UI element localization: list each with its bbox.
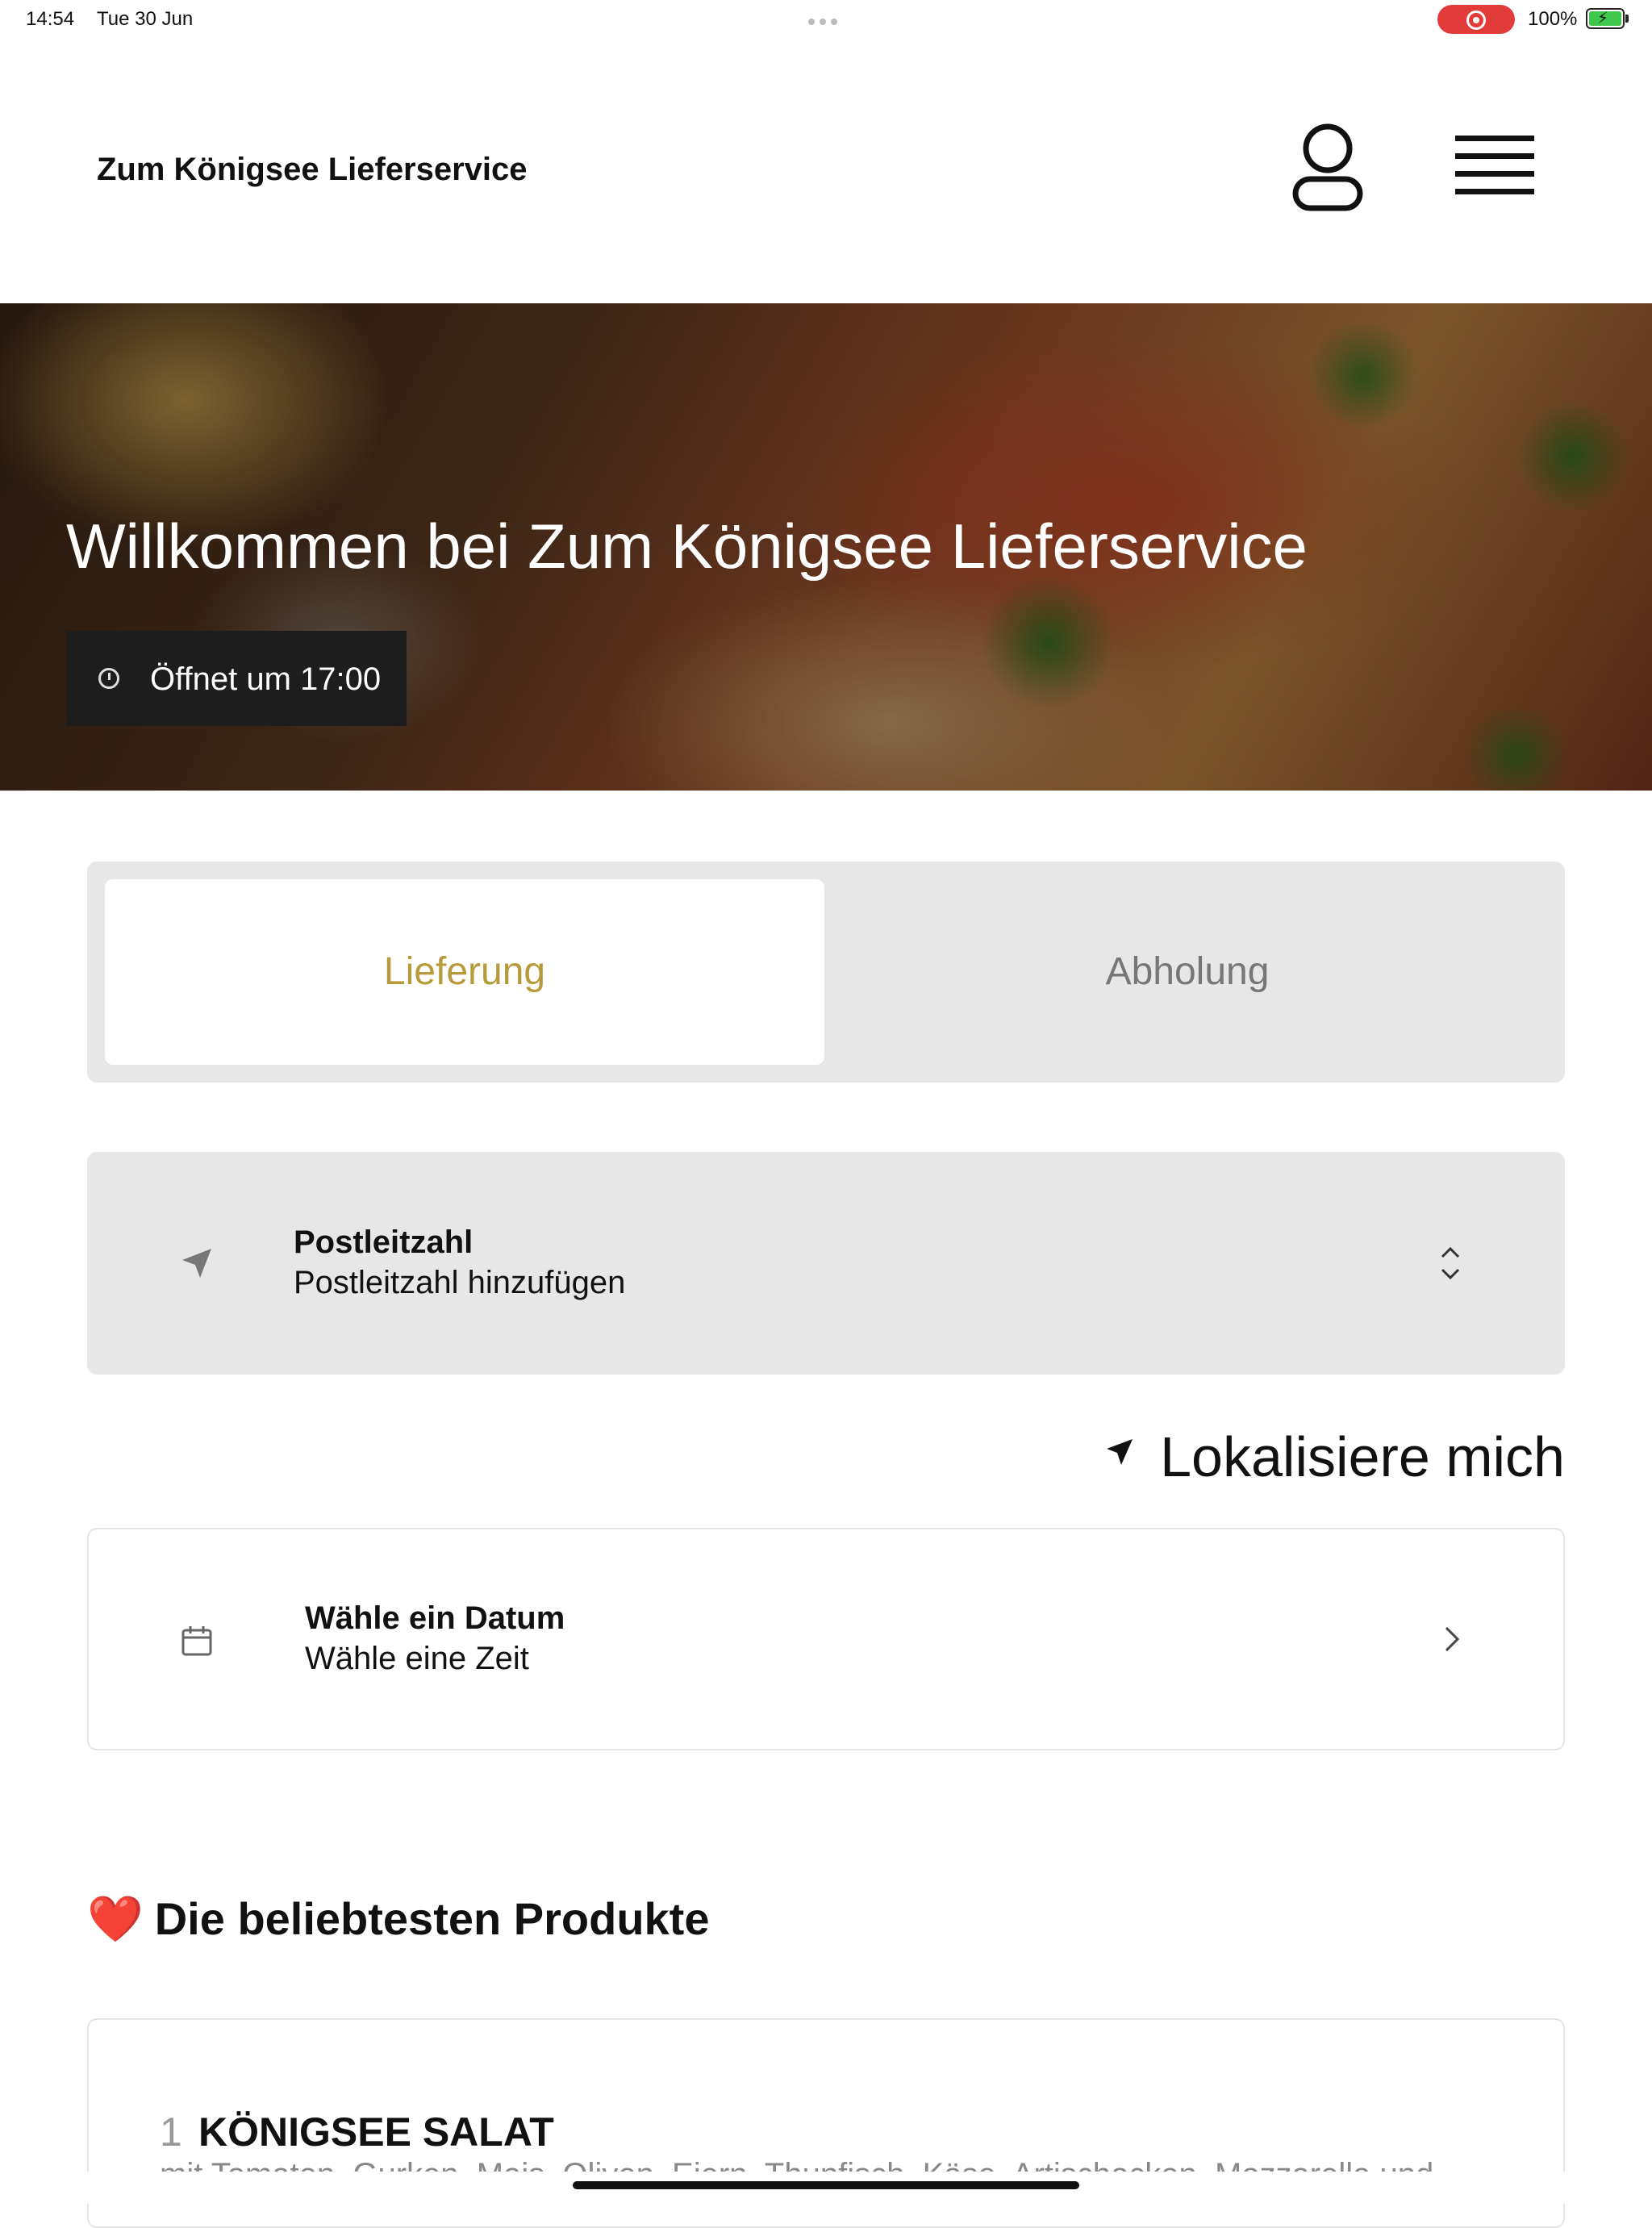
hero-banner: Willkommen bei Zum Königsee Lieferservic… bbox=[0, 303, 1652, 791]
tab-pickup[interactable]: Abholung bbox=[828, 879, 1547, 1065]
chevron-up-down-icon bbox=[1441, 1246, 1460, 1280]
heart-icon: ❤️ bbox=[87, 1893, 144, 1946]
menu-line bbox=[1455, 136, 1534, 141]
battery-percentage: 100% bbox=[1528, 8, 1578, 30]
postcode-value: Postleitzahl hinzufügen bbox=[294, 1265, 626, 1300]
status-date: Tue 30 Jun bbox=[97, 8, 194, 30]
status-bar: 14:54 Tue 30 Jun 100% ⚡ bbox=[0, 0, 1652, 39]
opening-hours-text: Öffnet um 17:00 bbox=[150, 661, 382, 697]
tab-delivery[interactable]: Lieferung bbox=[105, 879, 824, 1065]
user-icon bbox=[1292, 123, 1363, 211]
product-name: KÖNIGSEE SALAT bbox=[198, 2109, 554, 2155]
home-indicator[interactable] bbox=[573, 2181, 1079, 2189]
app-header: Zum Königsee Lieferservice bbox=[0, 39, 1652, 303]
hamburger-menu-button[interactable] bbox=[1455, 136, 1549, 216]
chevron-right-icon bbox=[1445, 1626, 1460, 1652]
multitasking-dots-icon[interactable] bbox=[808, 8, 844, 25]
opening-hours-badge: Öffnet um 17:00 bbox=[66, 631, 407, 726]
locate-me-button[interactable]: Lokalisiere mich bbox=[1105, 1420, 1565, 1488]
site-title[interactable]: Zum Königsee Lieferservice bbox=[97, 152, 528, 188]
popular-products-heading: ❤️ Die beliebtesten Produkte bbox=[87, 1892, 709, 1946]
menu-line bbox=[1455, 189, 1534, 194]
battery-icon: ⚡ bbox=[1586, 8, 1629, 29]
status-time: 14:54 bbox=[26, 8, 75, 30]
postcode-label: Postleitzahl bbox=[294, 1225, 473, 1260]
postcode-selector[interactable]: Postleitzahl Postleitzahl hinzufügen bbox=[87, 1152, 1565, 1375]
menu-line bbox=[1455, 171, 1534, 177]
screen-recording-icon[interactable] bbox=[1437, 5, 1515, 34]
order-mode-toggle: Lieferung Abholung bbox=[87, 862, 1565, 1083]
locate-me-label: Lokalisiere mich bbox=[1160, 1425, 1565, 1488]
hero-title: Willkommen bei Zum Königsee Lieferservic… bbox=[66, 511, 1308, 582]
popular-products-title: Die beliebtesten Produkte bbox=[154, 1893, 710, 1944]
location-arrow-icon bbox=[1107, 1439, 1133, 1465]
location-arrow-icon bbox=[182, 1249, 211, 1278]
user-account-button[interactable] bbox=[1287, 119, 1368, 216]
time-value: Wähle eine Zeit bbox=[305, 1641, 529, 1676]
date-label: Wähle ein Datum bbox=[305, 1600, 565, 1636]
clock-icon bbox=[98, 668, 119, 689]
product-rank: 1 bbox=[160, 2109, 182, 2155]
menu-line bbox=[1455, 153, 1534, 159]
calendar-icon bbox=[181, 1626, 212, 1656]
date-time-selector[interactable]: Wähle ein Datum Wähle eine Zeit bbox=[87, 1528, 1565, 1750]
